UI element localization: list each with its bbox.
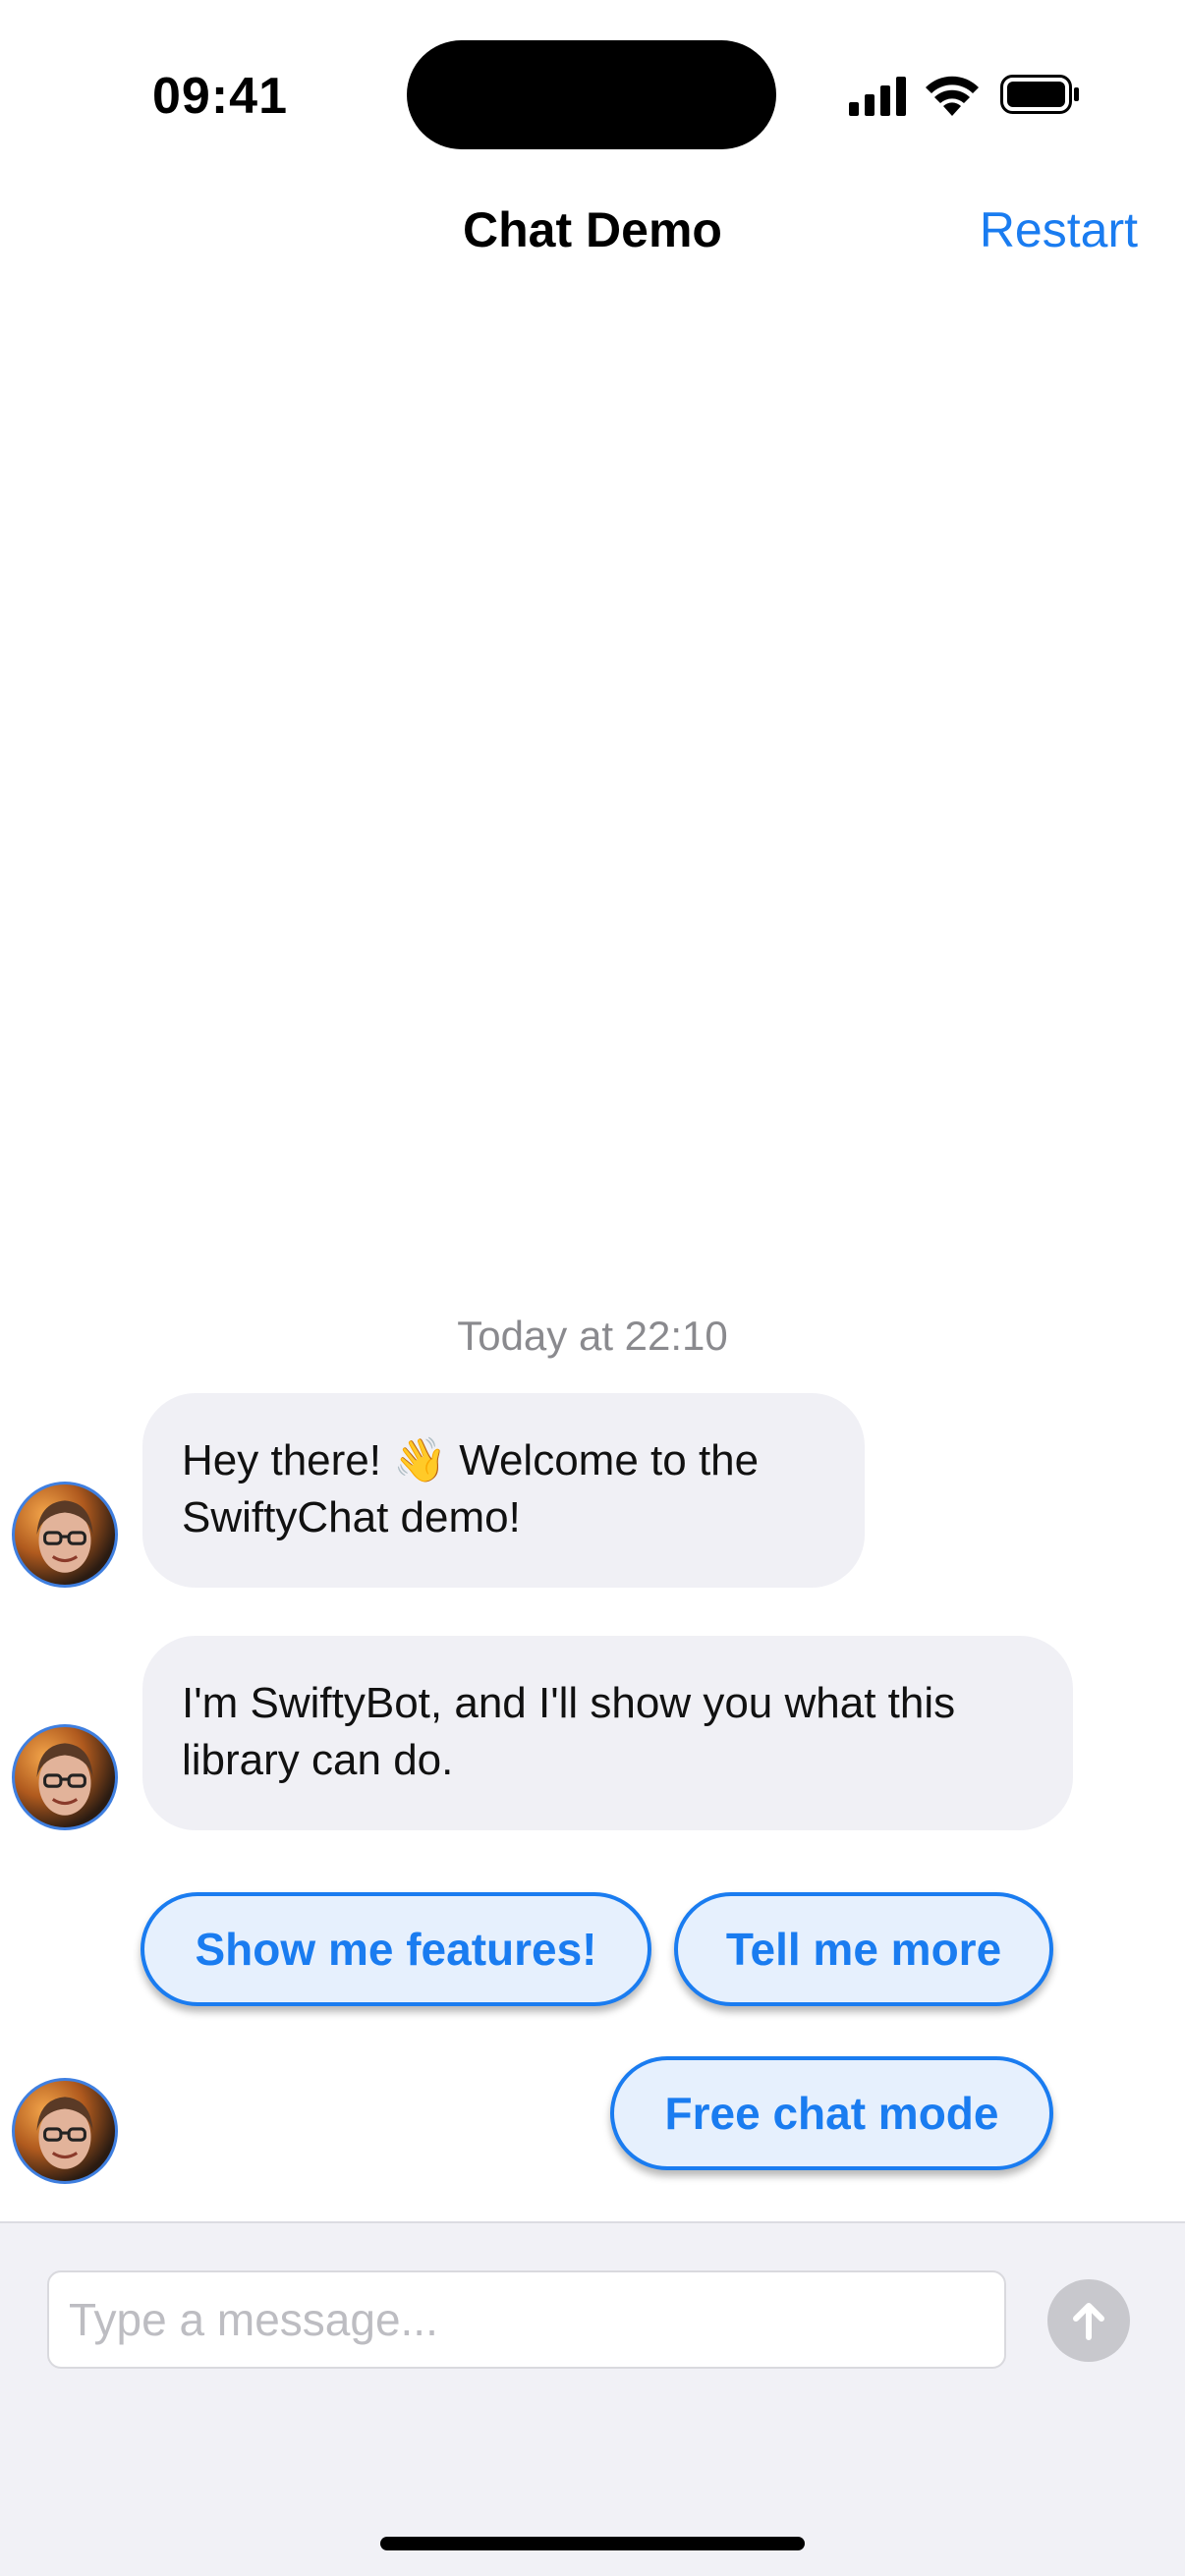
bot-avatar xyxy=(12,1724,118,1830)
message-input[interactable] xyxy=(47,2270,1006,2369)
message-text-line: Hey there! 👋 Welcome to the xyxy=(182,1436,760,1484)
battery-icon xyxy=(1000,75,1079,114)
message-bubble: I'm SwiftyBot, and I'll show you what th… xyxy=(142,1636,1073,1830)
avatar-face-icon xyxy=(36,2097,93,2169)
dynamic-island xyxy=(407,40,776,149)
message-text-line: SwiftyChat demo! xyxy=(182,1493,521,1541)
bot-avatar xyxy=(12,1482,118,1588)
chat-timestamp: Today at 22:10 xyxy=(457,1313,728,1359)
quick-reply-tell-me-more[interactable]: Tell me more xyxy=(674,1892,1053,2006)
status-bar: 09:41 xyxy=(0,0,1185,177)
avatar-face-icon xyxy=(36,1500,93,1573)
bot-avatar xyxy=(12,2078,118,2184)
message-composer xyxy=(0,2221,1185,2576)
signal-icon xyxy=(849,77,906,116)
message-text-line: I'm SwiftyBot, and I'll show you what th… xyxy=(182,1679,956,1727)
quick-reply-show-features[interactable]: Show me features! xyxy=(141,1892,651,2006)
message-bubble: Hey there! 👋 Welcome to the SwiftyChat d… xyxy=(142,1393,865,1588)
send-button[interactable] xyxy=(1047,2279,1130,2362)
home-indicator xyxy=(380,2537,805,2550)
arrow-up-icon xyxy=(1073,2303,1104,2340)
quick-reply-free-chat-mode[interactable]: Free chat mode xyxy=(610,2056,1053,2170)
restart-button[interactable]: Restart xyxy=(980,201,1138,258)
status-time: 09:41 xyxy=(152,68,288,125)
message-text-line: library can do. xyxy=(182,1736,454,1784)
avatar-face-icon xyxy=(36,1743,93,1816)
wifi-icon xyxy=(926,76,979,116)
